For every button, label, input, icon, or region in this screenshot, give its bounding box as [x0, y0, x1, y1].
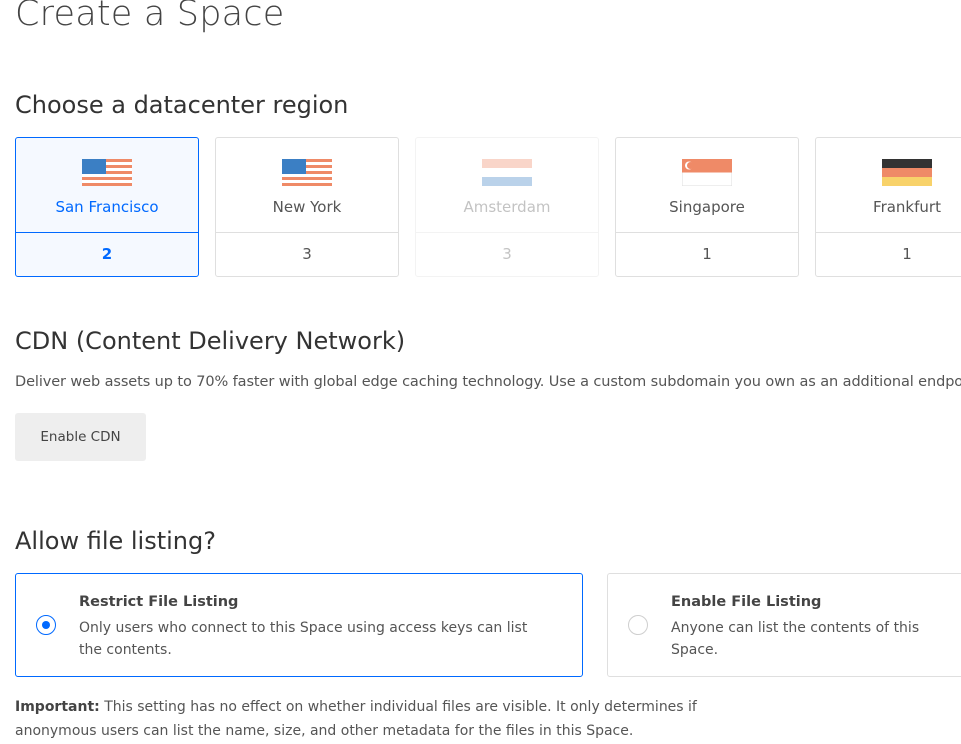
important-label: Important: [15, 699, 100, 715]
option-title: Enable File Listing [671, 594, 822, 610]
option-title: Restrict File Listing [79, 594, 239, 610]
file-listing-heading: Allow file listing? [15, 527, 216, 555]
region-list: San Francisco 2 New York 3 Amsterdam 3 S… [15, 137, 961, 277]
region-card-amsterdam: Amsterdam 3 [415, 137, 599, 277]
region-divider [16, 232, 198, 233]
important-text: This setting has no effect on whether in… [15, 699, 697, 739]
important-note: Important: This setting has no effect on… [15, 695, 715, 743]
radio-button[interactable] [628, 615, 648, 635]
region-count: 1 [702, 245, 712, 263]
region-divider [416, 232, 598, 233]
region-count: 3 [502, 245, 512, 263]
region-name: Amsterdam [463, 198, 551, 216]
region-card-new-york[interactable]: New York 3 [215, 137, 399, 277]
cdn-description: Deliver web assets up to 70% faster with… [15, 374, 961, 390]
page-title: Create a Space [15, 0, 285, 34]
region-divider [816, 232, 961, 233]
region-name: San Francisco [55, 198, 159, 216]
datacenter-heading: Choose a datacenter region [15, 91, 349, 119]
region-name: Singapore [669, 198, 745, 216]
option-description: Anyone can list the contents of this Spa… [671, 620, 920, 658]
region-name: New York [272, 198, 342, 216]
sg-flag-icon [682, 159, 732, 186]
enable-file-listing-option[interactable]: Enable File Listing Anyone can list the … [607, 573, 961, 677]
restrict-file-listing-option[interactable]: Restrict File Listing Only users who con… [15, 573, 583, 677]
enable-cdn-button[interactable]: Enable CDN [15, 413, 146, 461]
option-description: Only users who connect to this Space usi… [79, 620, 528, 658]
de-flag-icon [882, 159, 932, 186]
us-flag-icon [282, 159, 332, 186]
us-flag-icon [82, 159, 132, 186]
region-divider [216, 232, 398, 233]
region-name: Frankfurt [873, 198, 941, 216]
region-card-frankfurt[interactable]: Frankfurt 1 [815, 137, 961, 277]
radio-selected-dot [42, 621, 50, 629]
region-count: 2 [101, 245, 113, 263]
nl-flag-icon [482, 159, 532, 186]
radio-button[interactable] [36, 615, 56, 635]
region-divider [616, 232, 798, 233]
region-count: 1 [902, 245, 912, 263]
cdn-heading: CDN (Content Delivery Network) [15, 327, 406, 355]
region-card-singapore[interactable]: Singapore 1 [615, 137, 799, 277]
region-card-san-francisco[interactable]: San Francisco 2 [15, 137, 199, 277]
region-count: 3 [302, 245, 312, 263]
